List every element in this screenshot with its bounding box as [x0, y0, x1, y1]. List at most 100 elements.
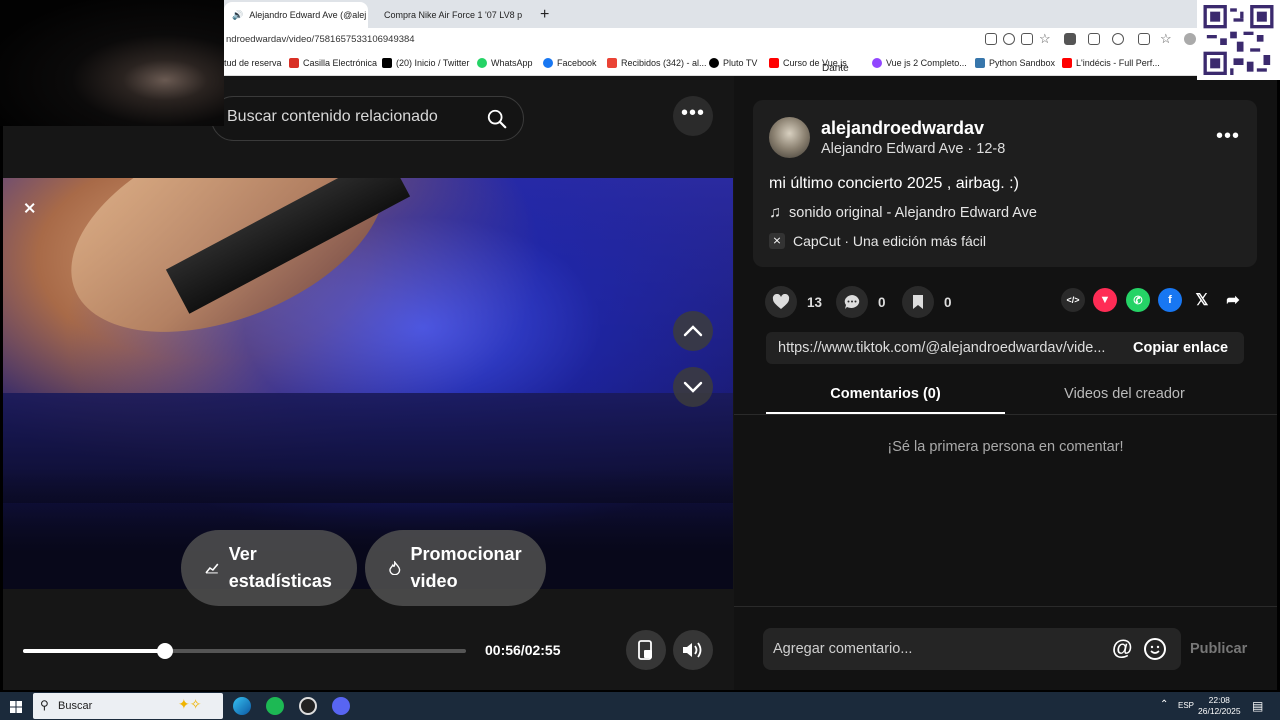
facebook-icon[interactable]: f — [1158, 288, 1182, 312]
volume-icon — [683, 642, 702, 658]
gmail-icon — [607, 58, 617, 68]
keyboard-language[interactable]: ESP — [1178, 701, 1194, 710]
bookmark[interactable]: L'indécis - Full Perf... — [1062, 58, 1160, 68]
windows-start-icon[interactable] — [10, 700, 22, 713]
bookmark[interactable]: tud de reserva — [224, 58, 282, 68]
extension-icon[interactable] — [1064, 33, 1076, 45]
browser-tab[interactable]: Compra Nike Air Force 1 '07 LV8 p × — [370, 2, 526, 28]
qr-code — [1197, 0, 1280, 80]
promote-video-label: Promocionar video — [410, 544, 522, 591]
bookmark-icon — [913, 295, 923, 309]
post-caption: mi último concierto 2025 , airbag. :) — [769, 175, 1019, 192]
star-icon[interactable]: ☆ — [1039, 32, 1051, 45]
extension-icon[interactable] — [1088, 33, 1100, 45]
obs-icon[interactable] — [299, 697, 317, 715]
post-more-button[interactable]: ••• — [1216, 125, 1240, 148]
tab-title: Compra Nike Air Force 1 '07 LV8 p — [384, 10, 523, 20]
bookmark-icon-wrap — [902, 286, 934, 318]
mention-icon[interactable]: @ — [1112, 637, 1132, 661]
publish-button[interactable]: Publicar — [1190, 641, 1247, 657]
user-subtitle: Alejandro Edward Ave · 12-8 — [821, 141, 1006, 157]
heart-icon — [772, 294, 790, 309]
chevron-up-icon[interactable]: ⌃ — [1160, 699, 1168, 710]
twitch-icon — [872, 58, 882, 68]
sparkle-icon: ✦✧ — [178, 696, 202, 712]
tab-title: Alejandro Edward Ave (@alej — [249, 10, 367, 20]
youtube-icon — [1062, 58, 1072, 68]
promote-video-button[interactable]: Promocionar video — [365, 530, 546, 606]
taskbar-search-label: Buscar — [58, 700, 93, 712]
spotify-icon[interactable] — [266, 697, 284, 715]
like-button[interactable]: 13 — [765, 286, 822, 318]
music-link[interactable]: ♫ sonido original - Alejandro Edward Ave — [769, 204, 1037, 222]
url-text[interactable]: ndroedwardav/video/7581657533106949384 — [226, 34, 415, 45]
clock-time: 22:08 — [1208, 695, 1230, 705]
comment-placeholder: Agregar comentario... — [773, 641, 913, 657]
taskbar-clock[interactable]: 22:08 26/12/2025 — [1198, 695, 1241, 717]
extensions-icon[interactable] — [1138, 33, 1150, 45]
speaker-icon: 🔊 — [232, 9, 244, 20]
more-options-button[interactable]: ••• — [673, 96, 713, 136]
search-icon[interactable] — [486, 108, 508, 130]
progress-handle[interactable] — [156, 643, 173, 659]
comment-count: 0 — [878, 294, 886, 310]
comment-button[interactable]: 0 — [836, 286, 886, 318]
webcam-overlay — [0, 0, 224, 126]
whatsapp-icon — [477, 58, 487, 68]
app-icon[interactable] — [332, 697, 350, 715]
tab-comments[interactable]: Comentarios (0) — [766, 386, 1005, 402]
copy-link-button[interactable]: Copiar enlace — [1133, 340, 1228, 356]
bookmark[interactable]: WhatsApp — [477, 58, 533, 68]
bookmark[interactable]: Vue js 2 Completo... — [872, 58, 967, 68]
search-placeholder: Buscar contenido relacionado — [227, 108, 438, 125]
bookmark-icon — [289, 58, 299, 68]
pip-button[interactable] — [626, 630, 666, 670]
x-icon — [382, 58, 392, 68]
emoji-icon[interactable] — [1144, 638, 1166, 660]
view-stats-button[interactable]: Ver estadísticas — [181, 530, 357, 606]
pluto-icon — [709, 58, 719, 68]
browser-tab-active[interactable]: 🔊 Alejandro Edward Ave (@alej × — [224, 2, 368, 28]
chevron-up-icon — [683, 325, 703, 337]
tab-creator-videos[interactable]: Videos del creador — [1005, 386, 1244, 402]
divider — [734, 414, 1277, 415]
volume-button[interactable] — [673, 630, 713, 670]
bookmark[interactable]: Casilla Electrónica — [289, 58, 377, 68]
bookmark[interactable]: Python Sandbox — [975, 58, 1055, 68]
open-in-app-icon[interactable] — [985, 33, 997, 45]
comment-icon — [844, 295, 860, 309]
like-count: 13 — [807, 294, 823, 310]
capcut-link[interactable]: ⨯ CapCut · Una edición más fácil — [769, 233, 986, 249]
avatar[interactable] — [769, 117, 810, 158]
next-video-button[interactable] — [673, 367, 713, 407]
refresh-icon[interactable] — [1112, 33, 1124, 45]
view-stats-label: Ver estadísticas — [228, 544, 332, 591]
bookmark[interactable]: Recibidos (342) - al... — [607, 58, 707, 68]
x-icon[interactable]: 𝕏 — [1190, 288, 1214, 312]
video-player[interactable]: ⨯ — [3, 178, 733, 589]
previous-video-button[interactable] — [673, 311, 713, 351]
profile-icon[interactable] — [1184, 33, 1196, 45]
qr-code-icon — [1203, 5, 1274, 75]
broken-image: Dante — [822, 63, 849, 74]
favorites-icon[interactable]: ☆ — [1160, 32, 1172, 45]
notifications-icon[interactable]: ▤ — [1252, 699, 1263, 713]
save-button[interactable]: 0 — [902, 286, 952, 318]
username[interactable]: alejandroedwardav — [821, 118, 984, 139]
capcut-icon: ⨯ — [769, 233, 785, 249]
zoom-icon[interactable] — [1003, 33, 1015, 45]
flame-icon — [389, 561, 401, 575]
chevron-down-icon — [683, 381, 703, 393]
edge-icon[interactable] — [233, 697, 251, 715]
clock-date: 26/12/2025 — [1198, 706, 1241, 716]
share-arrow-icon[interactable]: ➦ — [1221, 288, 1245, 312]
bookmark[interactable]: Pluto TV — [709, 58, 757, 68]
share-link-text[interactable]: https://www.tiktok.com/@alejandroedwarda… — [778, 340, 1105, 356]
translate-icon[interactable] — [1021, 33, 1033, 45]
send-icon[interactable]: ▼ — [1093, 288, 1117, 312]
bookmark[interactable]: Facebook — [543, 58, 597, 68]
whatsapp-icon[interactable]: ✆ — [1126, 288, 1150, 312]
embed-icon[interactable]: </> — [1061, 288, 1085, 312]
bookmark[interactable]: (20) Inicio / Twitter — [382, 58, 469, 68]
new-tab-button[interactable]: + — [532, 2, 556, 28]
